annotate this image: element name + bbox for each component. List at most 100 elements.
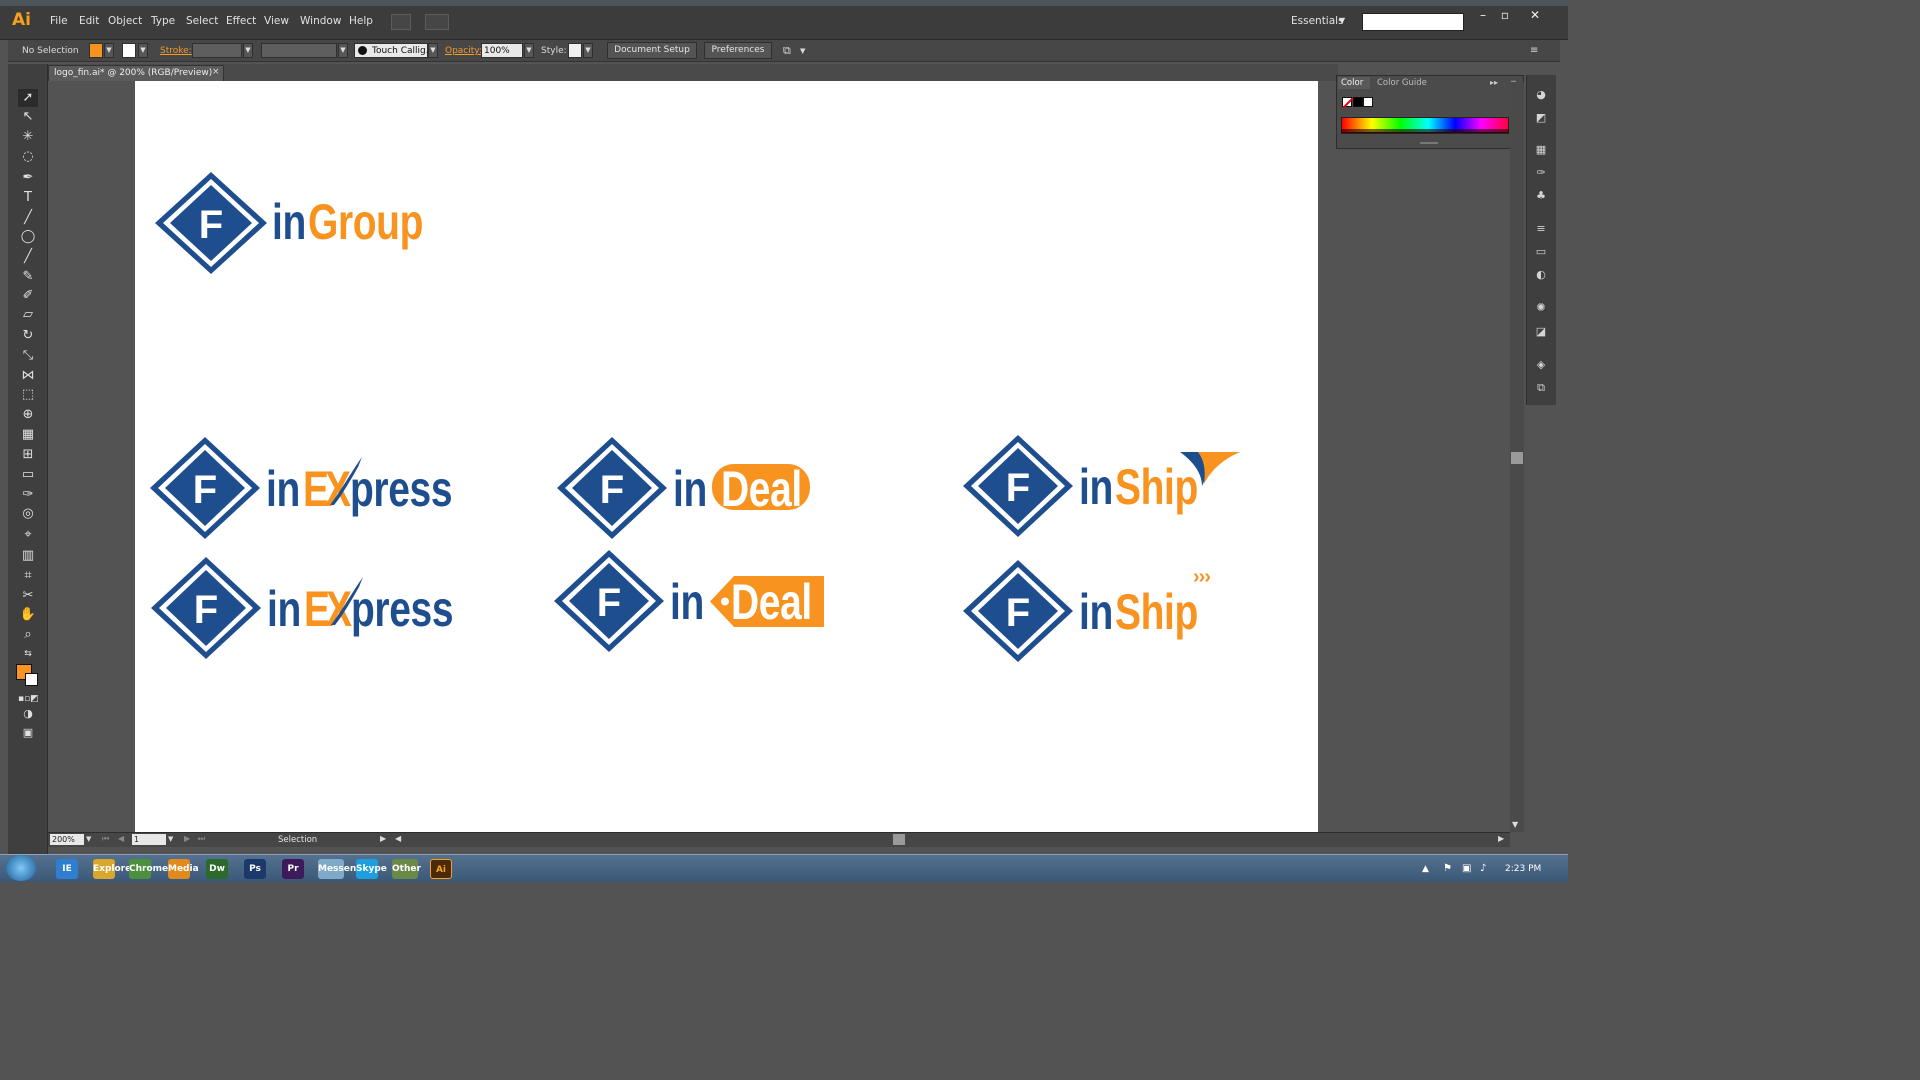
graphic-style-swatch[interactable] xyxy=(568,43,582,58)
chevron-down-icon[interactable]: ▼ xyxy=(104,43,114,58)
scroll-right-icon[interactable]: ▶ xyxy=(1498,834,1504,843)
logo-inexpress-1[interactable]: F xyxy=(150,437,260,539)
rotate-tool-icon[interactable]: ↻ xyxy=(18,327,38,345)
clock[interactable]: 2:23 PM xyxy=(1505,864,1541,874)
eraser-tool-icon[interactable]: ▱ xyxy=(18,306,38,324)
horizontal-scroll-thumb[interactable] xyxy=(893,834,905,845)
bridge-button[interactable] xyxy=(391,14,411,30)
mesh-tool-icon[interactable]: ⊞ xyxy=(18,446,38,464)
zoom-tool-icon[interactable]: ⌕ xyxy=(18,626,38,644)
transparency-icon[interactable]: ◐ xyxy=(1533,268,1549,282)
logo-inship-2[interactable]: F xyxy=(963,560,1073,662)
chevron-down-icon[interactable]: ▼ xyxy=(800,47,805,55)
magic-wand-tool-icon[interactable]: ✳ xyxy=(18,128,38,146)
chevron-down-icon[interactable]: ▼ xyxy=(583,43,593,58)
opacity-label[interactable]: Opacity: xyxy=(445,46,482,56)
menu-file[interactable]: File xyxy=(50,15,68,27)
logo-indeal-1[interactable]: F xyxy=(557,437,667,539)
panel-resize-grip[interactable] xyxy=(1420,142,1438,144)
tab-color-guide[interactable]: Color Guide xyxy=(1377,78,1427,88)
chevron-down-icon[interactable]: ▼ xyxy=(428,43,438,58)
pen-tool-icon[interactable]: ✒ xyxy=(18,169,38,187)
scroll-down-icon[interactable]: ▼ xyxy=(1512,820,1518,829)
menu-type[interactable]: Type xyxy=(151,15,175,27)
arrange-icon[interactable]: ⧉ xyxy=(783,44,791,58)
swatches-icon[interactable]: ▦ xyxy=(1533,143,1549,157)
taskbar-app-photoshop[interactable]: Ps xyxy=(244,859,266,879)
artboard-number-field[interactable]: 1 xyxy=(132,834,166,845)
document-setup-button[interactable]: Document Setup xyxy=(607,42,697,59)
start-button[interactable] xyxy=(6,855,36,881)
swap-fill-stroke-icon[interactable]: ⇆ xyxy=(18,645,38,663)
scale-tool-icon[interactable]: ⤡ xyxy=(18,347,38,365)
taskbar-app-chrome[interactable]: Chrome xyxy=(129,859,168,879)
free-transform-tool-icon[interactable]: ⬚ xyxy=(18,386,38,404)
blob-brush-tool-icon[interactable]: ✐ xyxy=(18,287,38,305)
scroll-left-icon[interactable]: ◀ xyxy=(395,834,401,843)
workspace-switcher[interactable]: Essentials xyxy=(1291,15,1344,27)
first-artboard-icon[interactable]: ⏮ xyxy=(102,834,109,844)
black-swatch[interactable] xyxy=(1353,97,1363,107)
taskbar-app-dreamweaver[interactable]: Dw xyxy=(206,859,228,879)
document-tab[interactable]: logo_fin.ai* @ 200% (RGB/Preview) xyxy=(48,65,224,81)
close-tab-icon[interactable]: × xyxy=(212,67,220,77)
taskbar-app-illustrator[interactable]: Ai xyxy=(430,859,452,879)
type-tool-icon[interactable]: T xyxy=(18,189,38,207)
stroke-swatch[interactable] xyxy=(25,673,38,686)
collapse-panel-icon[interactable]: ▸▸ xyxy=(1490,78,1498,87)
slice-tool-icon[interactable]: ✂ xyxy=(18,587,38,605)
hand-tool-icon[interactable]: ✋ xyxy=(18,606,38,624)
menu-object[interactable]: Object xyxy=(108,15,142,27)
selection-tool-icon[interactable]: ➚ xyxy=(18,89,38,107)
chevron-down-icon[interactable]: ▼ xyxy=(338,43,348,58)
shape-builder-tool-icon[interactable]: ⊕ xyxy=(18,406,38,424)
graphic-styles-icon[interactable]: ◪ xyxy=(1533,325,1549,339)
perspective-grid-tool-icon[interactable]: ▦ xyxy=(18,426,38,444)
vertical-scroll-thumb[interactable] xyxy=(1511,452,1523,464)
pencil-tool-icon[interactable]: ✎ xyxy=(18,268,38,286)
column-graph-tool-icon[interactable]: ▥ xyxy=(18,547,38,565)
menu-edit[interactable]: Edit xyxy=(79,15,99,27)
gradient-icon[interactable]: ▭ xyxy=(1533,245,1549,259)
direct-selection-tool-icon[interactable]: ↖ xyxy=(18,108,38,126)
previous-artboard-icon[interactable]: ◀ xyxy=(118,834,124,843)
taskbar-app-messenger[interactable]: Messenger xyxy=(318,859,373,879)
chevron-down-icon[interactable]: ▼ xyxy=(243,43,253,58)
menu-view[interactable]: View xyxy=(264,15,289,27)
line-tool-icon[interactable]: ╱ xyxy=(18,209,38,227)
minimize-icon[interactable]: – xyxy=(1472,8,1494,22)
layers-icon[interactable]: ◈ xyxy=(1533,358,1549,372)
taskbar-app-ie[interactable]: IE xyxy=(56,859,78,879)
volume-icon[interactable]: ♪ xyxy=(1480,863,1486,874)
network-icon[interactable]: ▣ xyxy=(1462,863,1471,874)
fill-color-button[interactable] xyxy=(89,43,103,58)
taskbar-app-skype[interactable]: Skype xyxy=(356,859,387,879)
menu-select[interactable]: Select xyxy=(186,15,218,27)
drawing-mode-icon[interactable]: ◑ xyxy=(18,705,38,723)
action-center-flag-icon[interactable]: ⚑ xyxy=(1443,863,1452,874)
brushes-icon[interactable]: ✑ xyxy=(1533,166,1549,180)
search-input[interactable] xyxy=(1362,13,1464,31)
status-menu-icon[interactable]: ▶ xyxy=(380,834,386,843)
ellipse-tool-icon[interactable]: ◯ xyxy=(18,228,38,246)
screen-mode-icon[interactable]: ▣ xyxy=(18,724,38,742)
chevron-down-icon[interactable]: ▼ xyxy=(138,43,148,58)
lasso-tool-icon[interactable]: ◌ xyxy=(18,148,38,166)
chevron-down-icon[interactable]: ▼ xyxy=(168,835,173,843)
appearance-icon[interactable]: ✺ xyxy=(1533,301,1549,315)
close-icon[interactable]: ✕ xyxy=(1524,8,1546,22)
stroke-icon[interactable]: ≡ xyxy=(1533,222,1549,236)
variable-width-profile[interactable] xyxy=(261,43,337,58)
panel-menu-icon[interactable]: ≡ xyxy=(1530,45,1538,56)
chevron-down-icon[interactable]: ▼ xyxy=(524,43,534,58)
zoom-level-field[interactable]: 200% xyxy=(50,834,84,845)
artboards-icon[interactable]: ⧉ xyxy=(1533,381,1549,395)
color-guide-icon[interactable]: ◩ xyxy=(1533,111,1549,125)
logo-inexpress-2[interactable]: F xyxy=(151,557,261,659)
color-panel-icon[interactable]: ◕ xyxy=(1533,88,1549,102)
show-hidden-icons-icon[interactable]: ▲ xyxy=(1422,864,1429,874)
taskbar-app-other[interactable]: Other xyxy=(392,859,421,879)
artboard-tool-icon[interactable]: ⌗ xyxy=(18,567,38,585)
gradient-tool-icon[interactable]: ▭ xyxy=(18,466,38,484)
taskbar-app-explorer[interactable]: Explorer xyxy=(93,859,136,879)
